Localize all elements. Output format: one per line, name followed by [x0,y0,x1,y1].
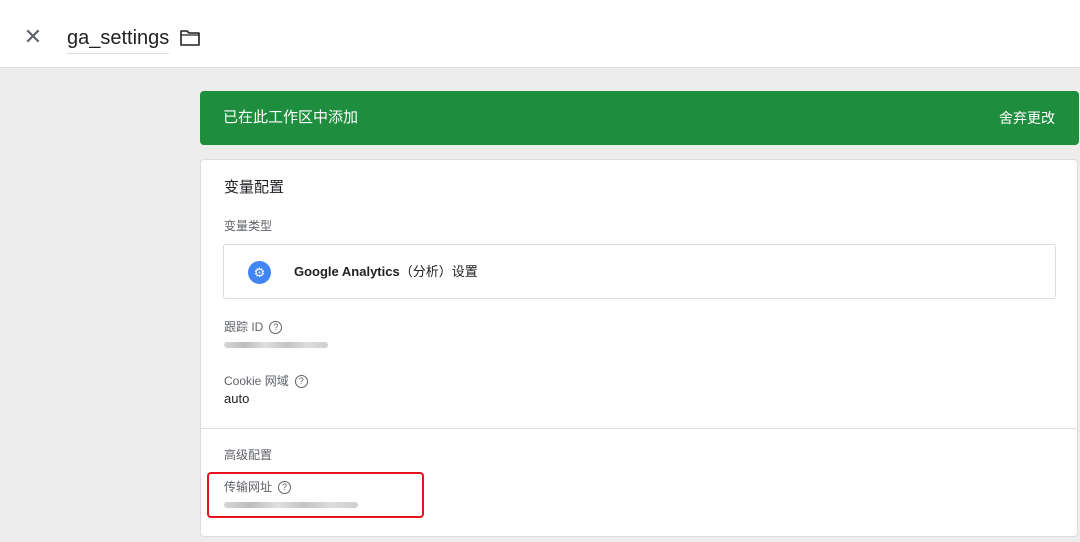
gear-icon: ⚙ [248,261,271,284]
variable-type-selector[interactable]: ⚙ Google Analytics（分析）设置 [223,244,1056,299]
help-icon[interactable]: ? [269,321,283,335]
advanced-config-title[interactable]: 高级配置 [224,447,272,463]
card-title: 变量配置 [224,179,285,196]
added-banner: 已在此工作区中添加 舍弃更改 [200,91,1079,145]
variable-type-name: Google Analytics（分析）设置 [294,264,478,279]
banner-text: 已在此工作区中添加 [223,109,359,126]
help-icon[interactable]: ? [294,375,308,389]
folder-icon[interactable] [179,29,201,47]
cookie-domain-label: Cookie 网域? [224,373,308,389]
tracking-id-label: 跟踪 ID? [224,319,283,335]
cookie-domain-value: auto [224,391,250,406]
close-icon[interactable]: ✕ [22,26,44,48]
discard-changes-button[interactable]: 舍弃更改 [999,108,1055,128]
divider [201,428,1077,429]
tracking-id-value-redacted [224,342,328,348]
variable-type-label: 变量类型 [224,219,273,233]
header: ✕ ga_settings [0,6,1080,68]
annotation-highlight-box [207,472,424,518]
page-title[interactable]: ga_settings [67,26,170,54]
